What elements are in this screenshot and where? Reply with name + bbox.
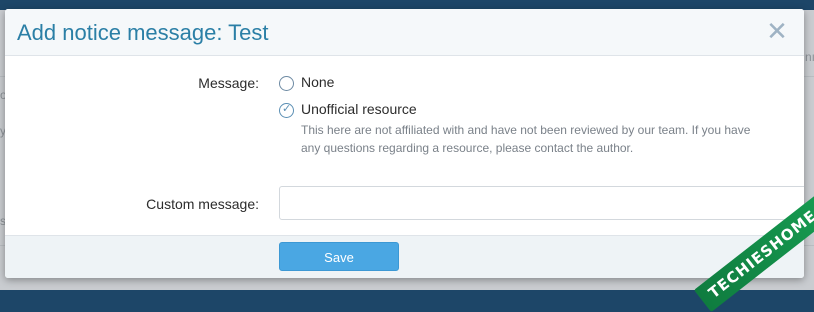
dialog-title: Add notice message: Test xyxy=(17,20,269,45)
close-icon[interactable]: ✕ xyxy=(764,18,790,44)
dialog-footer: Save xyxy=(5,235,804,278)
radio-unchecked-icon[interactable] xyxy=(279,76,294,91)
radio-option-none[interactable]: None xyxy=(279,74,479,94)
message-label: Message: xyxy=(198,75,259,91)
radio-label: None xyxy=(301,74,335,90)
backdrop-text: nı xyxy=(805,50,814,64)
checkmark-icon: ✓ xyxy=(282,103,292,115)
radio-option-unofficial-resource[interactable]: ✓ Unofficial resource xyxy=(279,101,499,121)
custom-message-label: Custom message: xyxy=(146,196,259,212)
option-hint: This here are not affiliated with and ha… xyxy=(301,123,751,155)
radio-label: Unofficial resource xyxy=(301,101,417,117)
dialog-header: Add notice message: Test ✕ xyxy=(5,9,804,56)
save-button[interactable]: Save xyxy=(279,242,399,271)
add-notice-dialog: Add notice message: Test ✕ Message: None… xyxy=(5,9,804,278)
radio-checked-icon[interactable]: ✓ xyxy=(279,103,294,118)
custom-message-input[interactable] xyxy=(279,186,804,220)
